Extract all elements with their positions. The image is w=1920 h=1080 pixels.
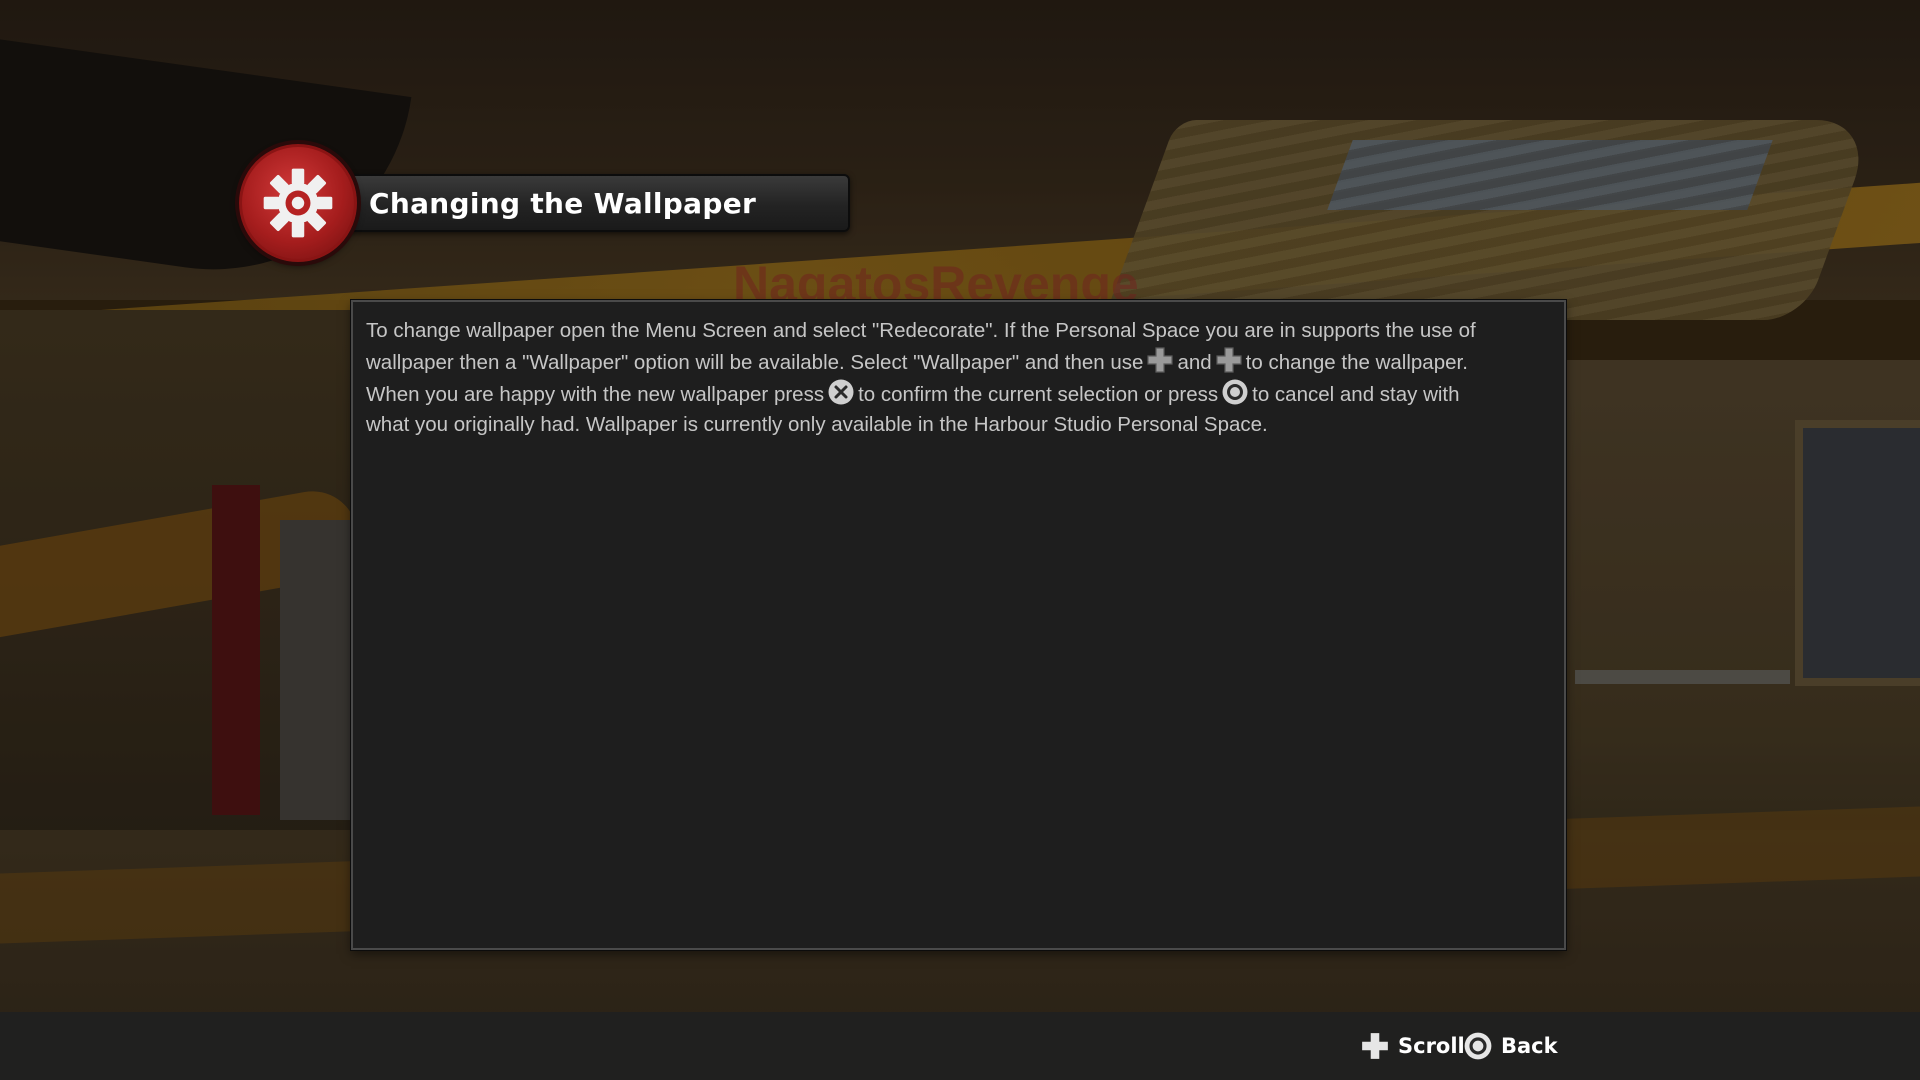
back-button[interactable]: Back xyxy=(1463,1012,1558,1080)
gear-icon xyxy=(263,168,333,238)
back-hint-label: Back xyxy=(1501,1034,1558,1058)
dpad-icon xyxy=(1147,347,1174,373)
scroll-hint[interactable]: Scroll xyxy=(1360,1012,1465,1080)
circle-button-icon xyxy=(1464,1032,1492,1060)
title-bar: Changing the Wallpaper xyxy=(300,174,850,232)
help-panel[interactable]: To change wallpaper open the Menu Screen… xyxy=(351,300,1566,950)
circle-button-icon xyxy=(1222,379,1248,405)
scroll-hint-label: Scroll xyxy=(1398,1034,1465,1058)
help-text-segment: and xyxy=(1177,351,1212,374)
help-text: To change wallpaper open the Menu Screen… xyxy=(366,316,1506,440)
dpad-icon xyxy=(1362,1033,1388,1059)
cross-button-icon xyxy=(828,379,854,405)
page-title: Changing the Wallpaper xyxy=(369,187,757,220)
controller-hint-bar: Scroll Back xyxy=(0,1012,1920,1080)
help-text-segment: to confirm the current selection or pres… xyxy=(858,383,1219,406)
dpad-icon xyxy=(1216,347,1242,373)
settings-badge xyxy=(239,144,357,262)
